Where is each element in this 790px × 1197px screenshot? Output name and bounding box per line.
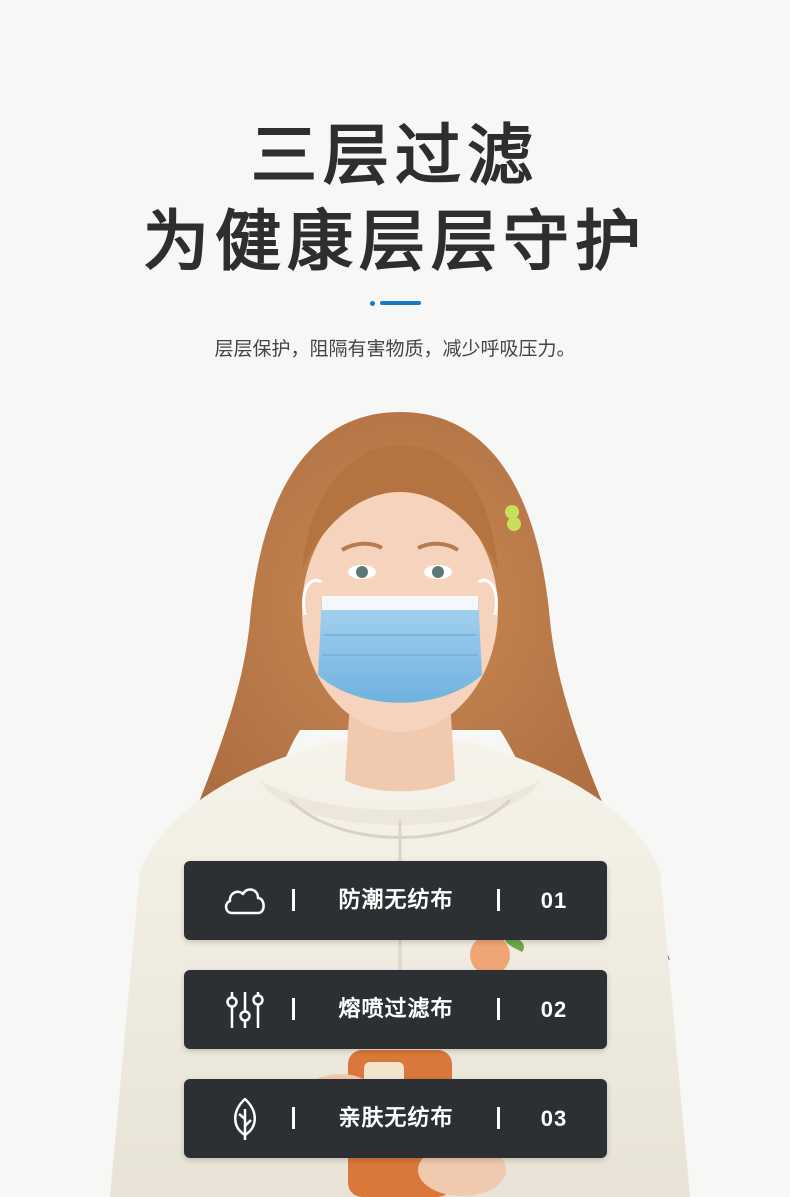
separator: [497, 998, 500, 1020]
feature-number: 02: [540, 997, 568, 1022]
feature-name: 亲肤无纺布: [338, 1106, 454, 1131]
feature-number: 03: [540, 1106, 568, 1131]
feature-number: 01: [540, 888, 568, 913]
subtitle: 层层保护，阻隔有害物质，减少呼吸压力。: [214, 338, 576, 360]
cloud-icon: [224, 888, 265, 915]
separator: [497, 1107, 500, 1129]
feature-card-2: 熔喷过滤布 02: [184, 970, 607, 1049]
feature-name: 防潮无纺布: [338, 888, 454, 913]
feature-card-1: 防潮无纺布 01: [184, 861, 607, 940]
feature-name: 熔喷过滤布: [338, 997, 454, 1022]
headline-line-1: 三层过滤: [251, 117, 539, 194]
accent-divider: [370, 300, 422, 306]
separator: [497, 889, 500, 911]
separator: [292, 889, 295, 911]
sliders-icon: [226, 992, 264, 1028]
accent-dot: [370, 301, 375, 306]
separator: [292, 998, 295, 1020]
headline-line-2: 为健康层层守护: [143, 203, 647, 280]
accent-bar: [380, 301, 421, 305]
leaf-icon: [234, 1097, 256, 1140]
separator: [292, 1107, 295, 1129]
feature-list: 防潮无纺布 01 熔喷过滤布 02 亲肤无纺布 03: [184, 861, 607, 1188]
feature-card-3: 亲肤无纺布 03: [184, 1079, 607, 1158]
